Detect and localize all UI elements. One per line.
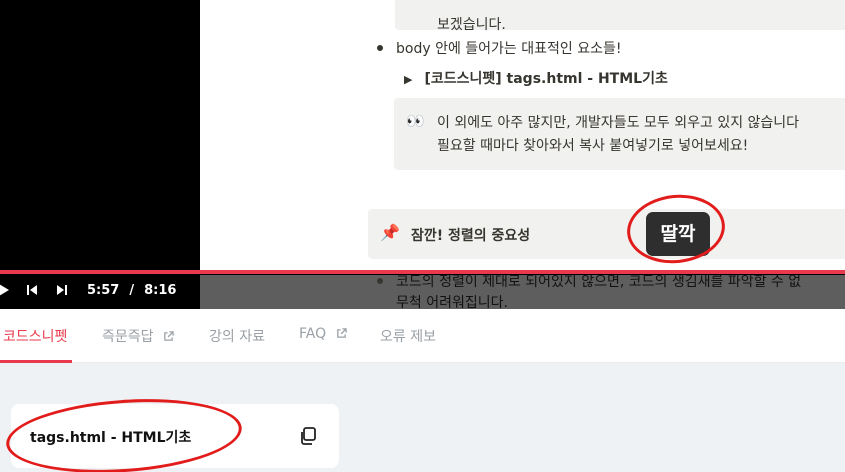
video-document-frame: 보겠습니다. body 안에 들어가는 대표적인 요소들! ▶ [코드스니펫] t… (200, 0, 845, 272)
tab-quick-qa[interactable]: 즉문즉답 (102, 326, 174, 346)
tab-faq[interactable]: FAQ (299, 326, 347, 342)
tab-lecture-materials[interactable]: 강의 자료 (209, 326, 265, 346)
pushpin-icon: 📌 (380, 223, 400, 242)
toggle-label: [코드스니펫] tags.html - HTML기초 (424, 71, 668, 87)
current-time: 5:57 (87, 283, 120, 298)
time-readout: 5:57 / 8:16 (87, 283, 186, 298)
tab-label: 오류 제보 (380, 329, 436, 345)
snippet-card[interactable]: tags.html - HTML기초 (11, 404, 339, 468)
callout-box: 보겠습니다. (395, 0, 845, 33)
external-link-icon (336, 328, 347, 338)
callout-line: 이 외에도 아주 많지만, 개발자들도 모두 외우고 있지 않습니다 (437, 115, 800, 131)
video-player[interactable]: 보겠습니다. body 안에 들어가는 대표적인 요소들! ▶ [코드스니펫] t… (0, 0, 845, 309)
tab-label: 즉문즉답 (102, 329, 154, 345)
video-document-frame-dimmed: 코드의 정렬이 제대로 되어있지 않으면, 코드의 생김새를 파악할 수 없 무… (200, 275, 845, 309)
tab-bar: 코드스니펫 즉문즉답 강의 자료 FAQ 오류 제보 (0, 309, 845, 363)
toggle-triangle-icon: ▶ (404, 73, 413, 86)
bullet-text-continued: 무척 어려워집니다. (396, 295, 508, 309)
eyes-icon: 👀 (406, 112, 425, 130)
tab-label: 코드스니펫 (3, 329, 68, 345)
callout-line: 필요할 때마다 찾아와서 복사 붙여넣기로 넣어보세요! (437, 138, 749, 154)
lecture-player-page: 보겠습니다. body 안에 들어가는 대표적인 요소들! ▶ [코드스니펫] t… (0, 0, 845, 472)
toggle-block: ▶ [코드스니펫] tags.html - HTML기초 (404, 68, 668, 88)
skip-forward-icon[interactable] (55, 283, 69, 297)
snippet-title: tags.html - HTML기초 (30, 430, 192, 446)
time-separator: / (129, 283, 135, 298)
bullet-item: 코드의 정렬이 제대로 되어있지 않으면, 코드의 생김새를 파악할 수 없 (376, 275, 802, 291)
duration: 8:16 (144, 283, 177, 298)
skip-back-icon[interactable] (25, 283, 39, 297)
bullet-item: body 안에 들어가는 대표적인 요소들! (376, 38, 621, 58)
bullet-text: 코드의 정렬이 제대로 되어있지 않으면, 코드의 생김새를 파악할 수 없 (396, 275, 802, 290)
snippet-panel: tags.html - HTML기초 (0, 363, 845, 472)
tab-label: 강의 자료 (209, 329, 265, 345)
external-link-icon (164, 331, 174, 341)
overlay-badge: 딸깍 (646, 212, 710, 256)
callout-box-eyes: 👀 이 외에도 아주 많지만, 개발자들도 모두 외우고 있지 않습니다 필요할… (394, 98, 845, 170)
play-icon[interactable] (0, 283, 11, 297)
tab-error-report[interactable]: 오류 제보 (380, 326, 436, 346)
callout-heading: 잠깐! 정렬의 중요성 (411, 228, 531, 244)
callout-text: 보겠습니다. (437, 17, 506, 33)
tab-label: FAQ (299, 326, 327, 342)
video-controls: 5:57 / 8:16 (0, 274, 200, 309)
tab-code-snippet[interactable]: 코드스니펫 (3, 326, 67, 346)
copy-icon[interactable] (298, 426, 318, 446)
callout-box-pin: 📌 잠깐! 정렬의 중요성 (368, 209, 845, 259)
